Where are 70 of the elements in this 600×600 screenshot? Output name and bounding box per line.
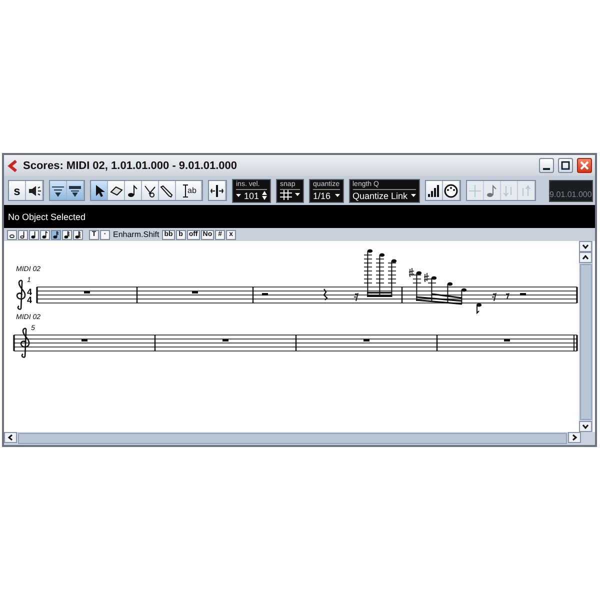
tool-button[interactable] [50, 181, 67, 200]
note-value-button[interactable] [73, 230, 83, 240]
note-value-button[interactable] [7, 230, 17, 240]
tool-button[interactable] [426, 181, 443, 200]
note-value-button[interactable] [62, 230, 72, 240]
caret-icon [295, 193, 300, 196]
spinner-icon [262, 191, 268, 200]
scissors-icon [143, 184, 157, 198]
tool-button[interactable]: s [9, 181, 26, 200]
scroll-left-button[interactable] [4, 432, 17, 443]
vertical-scrollbar[interactable] [579, 241, 593, 432]
eraser-icon [109, 184, 123, 198]
scroll-thumb[interactable] [580, 264, 592, 420]
note-value-button[interactable] [18, 230, 28, 240]
chevron-icon [7, 434, 14, 441]
close-button[interactable] [577, 158, 592, 173]
minimize-button[interactable] [539, 158, 554, 173]
time-signature: 4 [27, 295, 32, 305]
close-icon [580, 161, 589, 170]
field-value: 1/16 [313, 190, 331, 202]
note-icon [19, 230, 27, 240]
tool-button[interactable] [125, 181, 142, 200]
scroll-thumb[interactable] [18, 433, 567, 444]
note-icon [52, 230, 60, 240]
tool-button[interactable] [26, 181, 43, 200]
treble-clef-icon [16, 280, 26, 310]
scroll-down-button[interactable] [579, 241, 592, 252]
note-value-button[interactable] [40, 230, 50, 240]
filter-icon [51, 184, 65, 198]
tool-button[interactable] [91, 181, 108, 200]
speaker-icon [27, 184, 41, 198]
note-value-button[interactable] [29, 230, 39, 240]
tool-button[interactable] [159, 181, 176, 200]
tool-button[interactable] [67, 181, 84, 200]
window-title: Scores: MIDI 02, 1.01.01.000 - 9.01.01.000 [23, 160, 238, 172]
cross-arrows-icon [468, 184, 482, 198]
app-icon [7, 160, 19, 172]
tool-button[interactable] [142, 181, 159, 200]
text-cursor-icon [180, 184, 188, 198]
caret-icon [334, 194, 340, 197]
field-value: Quantize Link [352, 190, 408, 202]
caret-icon [410, 194, 416, 197]
scroll-down-button[interactable] [579, 421, 592, 432]
scroll-right-button[interactable] [568, 432, 581, 443]
note-icon [484, 184, 499, 198]
bars-icon [426, 184, 441, 198]
note-icon [126, 184, 140, 198]
grid-icon [280, 190, 292, 200]
note-icon [30, 230, 38, 240]
filter-bar-icon [68, 184, 82, 198]
split-icon [210, 184, 224, 198]
minimize-icon [543, 168, 550, 170]
note-icon [74, 230, 82, 240]
position-display: 9.01.01.000 [548, 180, 593, 202]
scroll-up-button[interactable] [579, 252, 592, 263]
caret-icon [236, 194, 241, 197]
maximize-button[interactable] [558, 158, 573, 173]
midi-plug-icon [444, 184, 458, 198]
pencil-icon [160, 184, 174, 198]
note-value-button[interactable] [51, 230, 61, 240]
tool-button[interactable] [442, 181, 460, 200]
enharm-label: Enharm.Shift [113, 230, 160, 239]
tool-button[interactable]: ab [176, 181, 202, 200]
maximize-icon [561, 161, 570, 170]
tool-button[interactable] [108, 181, 125, 200]
note-icon [41, 230, 49, 240]
status-text: No Object Selected [8, 212, 86, 222]
field-value: 101 [244, 190, 260, 202]
time-signature: 4 [27, 287, 32, 297]
note-icon [63, 230, 71, 240]
